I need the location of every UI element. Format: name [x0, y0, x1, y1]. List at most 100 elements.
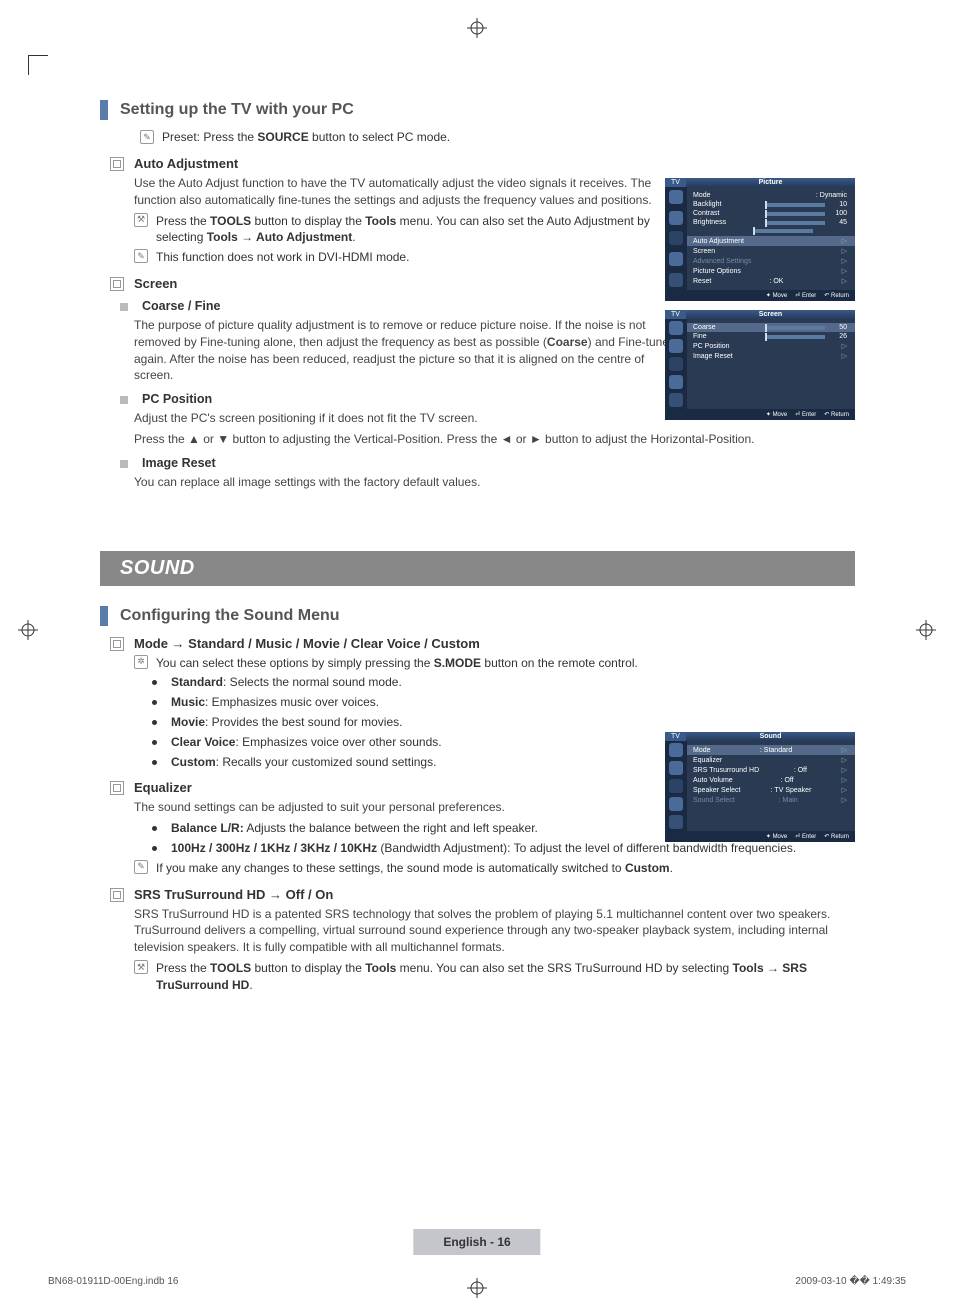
bullet-icon: [152, 720, 157, 725]
note-icon: ✎: [140, 130, 154, 144]
osd-icon: [669, 815, 683, 829]
mode-standard: Standard: Selects the normal sound mode.: [134, 674, 684, 691]
osd-footer: ✦ Move ⏎ Enter ↶ Return: [665, 409, 855, 420]
mode-clear-voice: Clear Voice: Emphasizes voice over other…: [134, 734, 684, 751]
osd-title: Picture: [686, 178, 855, 187]
osd-row: Advanced Settings▷: [665, 256, 855, 266]
sub2-image-reset: Image Reset: [110, 456, 855, 470]
remote-icon: ✲: [134, 655, 148, 669]
bullet-icon: [152, 740, 157, 745]
chapter-header-sound: SOUND: [100, 551, 855, 586]
body-text: SRS TruSurround HD is a patented SRS tec…: [134, 906, 855, 956]
osd-row: Image Reset▷: [665, 351, 855, 361]
bullet-icon: [152, 700, 157, 705]
osd-icon: [669, 231, 683, 245]
subsection-mode: Mode → Standard / Music / Movie / Clear …: [110, 636, 855, 651]
body-text: You can replace all image settings with …: [134, 474, 855, 491]
bullet-icon: [152, 760, 157, 765]
tool-note: ⚒ Press the TOOLS button to display the …: [134, 213, 684, 247]
section-header: Configuring the Sound Menu: [100, 606, 855, 626]
subsection-icon: [110, 157, 124, 171]
osd-row: SRS Trusurround HD: Off▷: [665, 765, 855, 775]
subsection-icon: [110, 888, 124, 902]
bullet-icon: [152, 846, 157, 851]
osd-side-icons: [665, 319, 687, 409]
mode-music: Music: Emphasizes music over voices.: [134, 694, 684, 711]
square-bullet-icon: [120, 396, 128, 404]
osd-side-icons: [665, 741, 687, 831]
document-footer: BN68-01911D-00Eng.indb 16 2009-03-10 �� …: [48, 1276, 906, 1287]
osd-row: PC Position▷: [665, 341, 855, 351]
doc-date-label: 2009-03-10 �� 1:49:35: [795, 1276, 906, 1287]
osd-tab: TV: [665, 310, 686, 319]
section-accent-bar: [100, 606, 108, 626]
note-dvi: ✎ This function does not work in DVI-HDM…: [134, 249, 684, 266]
subsection-icon: [110, 277, 124, 291]
bullet-icon: [152, 826, 157, 831]
osd-icon: [669, 393, 683, 407]
tool-note-srs: ⚒ Press the TOOLS button to display the …: [134, 960, 855, 994]
subsection-title: Mode → Standard / Music / Movie / Clear …: [134, 636, 480, 651]
note-smode: ✲ You can select these options by simply…: [134, 655, 684, 672]
note-icon: ✎: [134, 249, 148, 263]
osd-row-highlight: Mode: Standard▷: [665, 745, 855, 755]
subsection-title: Auto Adjustment: [134, 156, 238, 171]
square-bullet-icon: [120, 460, 128, 468]
osd-row: Picture Options▷: [665, 266, 855, 276]
osd-row: Screen▷: [665, 246, 855, 256]
note-eq-custom: ✎ If you make any changes to these setti…: [134, 860, 855, 877]
osd-footer: ✦ Move ⏎ Enter ↶ Return: [665, 831, 855, 842]
osd-footer: ✦ Move ⏎ Enter ↶ Return: [665, 290, 855, 301]
osd-screen-menu: TV Screen Coarse50 Fine26 PC Position▷ I…: [665, 310, 855, 420]
osd-row: Mode: Dynamic: [665, 191, 855, 200]
bullet-icon: [152, 680, 157, 685]
osd-tab: TV: [665, 732, 686, 741]
osd-row: Backlight10: [665, 200, 855, 209]
doc-file-label: BN68-01911D-00Eng.indb 16: [48, 1276, 178, 1287]
note-preset: ✎ Preset: Press the SOURCE button to sel…: [140, 130, 855, 144]
osd-icon: [669, 190, 683, 204]
subsection-srs: SRS TruSurround HD → Off / On: [110, 887, 855, 902]
osd-icon: [669, 779, 683, 793]
eq-bandwidth: 100Hz / 300Hz / 1KHz / 3KHz / 10KHz (Ban…: [134, 840, 855, 857]
osd-row: Reset: OK▷: [665, 276, 855, 286]
registration-mark-icon: [467, 18, 487, 38]
mode-custom: Custom: Recalls your customized sound se…: [134, 754, 684, 771]
osd-row: Fine26: [665, 332, 855, 341]
osd-row: Brightness45: [665, 218, 855, 227]
section-title: Setting up the TV with your PC: [120, 101, 354, 119]
subsection-icon: [110, 637, 124, 651]
note-icon: ✎: [134, 860, 148, 874]
mode-movie: Movie: Provides the best sound for movie…: [134, 714, 684, 731]
body-text: Press the ▲ or ▼ button to adjusting the…: [134, 431, 855, 448]
subsection-title: SRS TruSurround HD → Off / On: [134, 887, 333, 902]
osd-icon: [669, 252, 683, 266]
osd-picture-menu: TV Picture Mode: Dynamic Backlight10 Con…: [665, 178, 855, 301]
osd-title: Screen: [686, 310, 855, 319]
subsection-auto-adjustment: Auto Adjustment: [110, 156, 855, 171]
osd-row: Auto Volume: Off▷: [665, 775, 855, 785]
osd-row-highlight: Auto Adjustment▷: [665, 236, 855, 246]
osd-icon: [669, 797, 683, 811]
osd-row: Speaker Select: TV Speaker▷: [665, 785, 855, 795]
osd-side-icons: [665, 187, 687, 290]
body-text: Use the Auto Adjust function to have the…: [134, 175, 684, 209]
osd-row: Equalizer▷: [665, 755, 855, 765]
osd-icon: [669, 273, 683, 287]
osd-icon: [669, 761, 683, 775]
subsection-icon: [110, 781, 124, 795]
body-text: The purpose of picture quality adjustmen…: [134, 317, 684, 384]
subsection-title: Screen: [134, 276, 177, 291]
osd-icon: [669, 211, 683, 225]
osd-icon: [669, 743, 683, 757]
osd-icon: [669, 357, 683, 371]
tools-icon: ⚒: [134, 213, 148, 227]
square-bullet-icon: [120, 303, 128, 311]
osd-row-highlight: Coarse50: [665, 323, 855, 332]
crop-mark-icon: [28, 55, 48, 75]
page-footer: English - 16: [413, 1229, 540, 1255]
osd-icon: [669, 321, 683, 335]
section-title: Configuring the Sound Menu: [120, 607, 340, 625]
osd-tab: TV: [665, 178, 686, 187]
section-accent-bar: [100, 100, 108, 120]
